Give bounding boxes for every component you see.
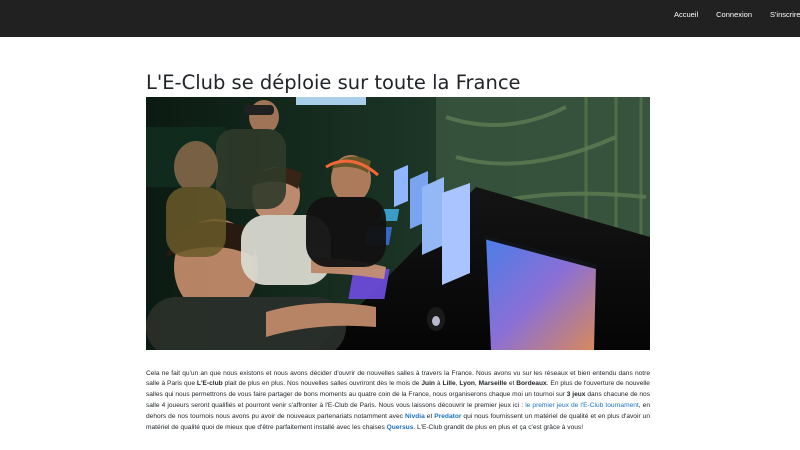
predator-link[interactable]: Predator — [434, 413, 461, 420]
highlight-lille: Lille — [442, 380, 456, 388]
nav-link-connexion[interactable]: Connexion — [716, 10, 752, 19]
highlight-eclub: L'E-club — [196, 380, 223, 388]
article-title: L'E-Club se déploie sur toute la France — [146, 71, 521, 94]
article-text: et — [506, 380, 517, 388]
quersus-link[interactable]: Quersus — [387, 424, 414, 431]
highlight-bordeaux: Bordeaux — [516, 380, 547, 388]
nav-link-accueil[interactable]: Accueil — [674, 10, 698, 19]
article-body: Cela ne fait qu'un an que nous existons … — [146, 369, 650, 434]
highlight-marseille: Marseille — [478, 380, 507, 388]
article-text: . L'E-Club grandit de plus en plus et ça… — [413, 423, 584, 431]
nav-link-inscription[interactable]: S'inscrire — [770, 10, 800, 19]
main-content: L'E-Club se déploie sur toute la France — [146, 70, 650, 431]
highlight-juin: Juin — [421, 380, 435, 388]
highlight-3-jeux: 3 jeux — [566, 391, 586, 399]
hero-image — [146, 97, 650, 350]
article-text: et — [424, 412, 435, 420]
nivdia-link[interactable]: Nivdia — [405, 413, 425, 420]
nav-links: Accueil Connexion S'inscrire — [674, 0, 800, 28]
top-navbar: Accueil Connexion S'inscrire — [0, 0, 800, 37]
gaming-room-illustration — [146, 97, 650, 350]
monitor-1 — [394, 165, 408, 207]
article-text: plait de plus en plus. Nos nouvelles sal… — [222, 380, 422, 388]
highlight-lyon: Lyon — [459, 380, 475, 388]
tournament-link[interactable]: le premier jeux de l'E-Club tournament — [525, 402, 639, 409]
